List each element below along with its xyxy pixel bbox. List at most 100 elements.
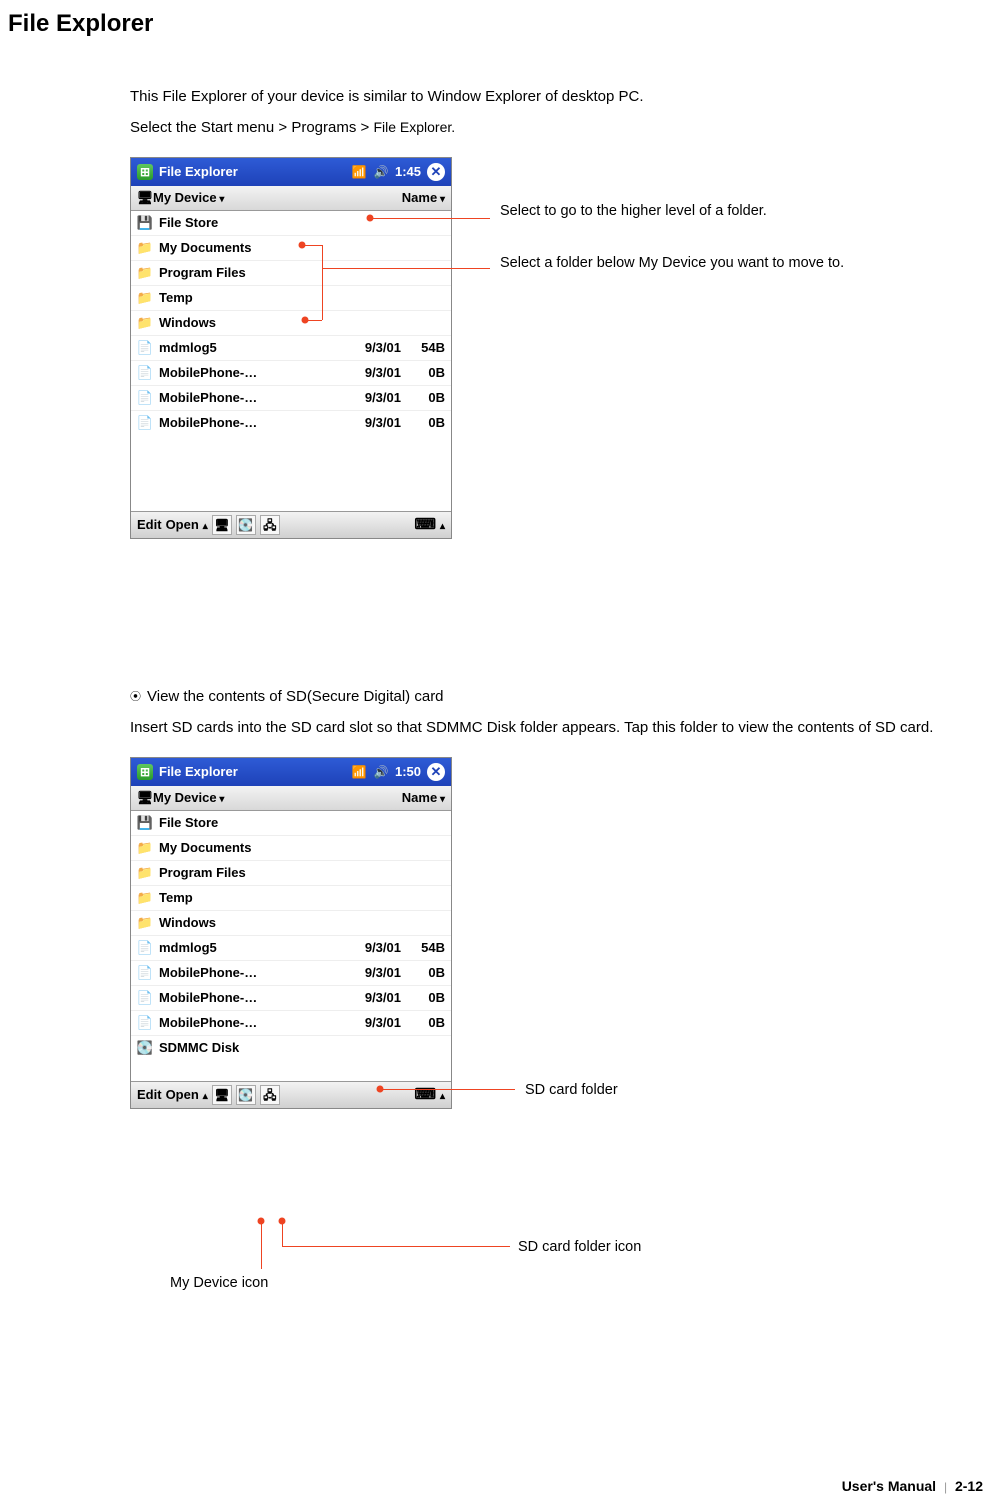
close-icon[interactable]: ✕ [427,763,445,781]
arrow-up-icon[interactable] [203,1085,208,1105]
arrow-up-icon[interactable] [203,515,208,535]
folder-icon [137,290,153,306]
sound-icon[interactable] [373,164,389,180]
file-list: File Store My Documents Program Files Temp W… [131,811,451,1081]
device-icon [137,190,153,206]
start-icon[interactable] [137,764,153,780]
drive-icon [137,815,153,831]
list-item[interactable]: SDMMC Disk [131,1035,451,1060]
list-item[interactable]: Temp [131,885,451,910]
callout-line [322,268,490,269]
callout-sd-folder: SD card folder [525,1081,618,1101]
item-size: 54B [407,338,445,358]
item-name: MobilePhone-… [159,388,333,408]
callout-sd-icon: SD card folder icon [518,1238,641,1258]
list-item[interactable]: File Store [131,811,451,835]
location-dropdown[interactable]: My Device [153,788,224,808]
location-bar: My Device Name [131,786,451,811]
footer-page: 2-12 [955,1478,983,1494]
item-name: My Documents [159,838,445,858]
item-name: Program Files [159,863,445,883]
signal-icon[interactable] [351,764,367,780]
item-date: 9/3/01 [339,413,401,433]
close-icon[interactable]: ✕ [427,163,445,181]
sort-dropdown[interactable]: Name [402,788,445,808]
tool-device-icon[interactable]: 🖥 [212,515,232,535]
tool-sdcard-icon[interactable]: 💽 [236,515,256,535]
location-dropdown[interactable]: My Device [153,188,224,208]
list-item[interactable]: mdmlog59/3/0154B [131,335,451,360]
doc-icon [137,365,153,381]
item-name: Windows [159,913,445,933]
doc-icon [137,940,153,956]
item-name: mdmlog5 [159,938,333,958]
folder-icon [137,265,153,281]
callout-line [261,1221,262,1269]
item-name: Temp [159,888,445,908]
callout-line [305,320,322,321]
intro-block: This File Explorer of your device is sim… [130,86,950,539]
intro-line-2: Select the Start menu > Programs > File … [130,117,950,140]
item-size: 0B [407,363,445,383]
callout-line [302,245,322,246]
clock[interactable]: 1:50 [395,762,421,782]
list-item[interactable]: Program Files [131,260,451,285]
item-date: 9/3/01 [339,1013,401,1033]
list-item[interactable]: mdmlog59/3/0154B [131,935,451,960]
item-size: 0B [407,413,445,433]
list-item[interactable]: File Store [131,211,451,235]
list-item[interactable]: MobilePhone-…9/3/010B [131,985,451,1010]
sort-dropdown[interactable]: Name [402,188,445,208]
footer-manual: User's Manual [842,1478,936,1494]
start-icon[interactable] [137,164,153,180]
intro-line-2b: File Explorer. [373,119,455,135]
titlebar: File Explorer 1:45 ✕ [131,158,451,186]
list-item[interactable]: MobilePhone-…9/3/010B [131,385,451,410]
callout-line [322,245,323,320]
keyboard-icon[interactable] [414,1084,436,1107]
sound-icon[interactable] [373,764,389,780]
list-item[interactable]: Program Files [131,860,451,885]
keyboard-icon[interactable] [414,514,436,537]
item-name: MobilePhone-… [159,1013,333,1033]
tool-network-icon[interactable]: 🖧 [260,1085,280,1105]
menu-open[interactable]: Open [166,1085,199,1105]
sd-section: View the contents of SD(Secure Digital) … [130,686,950,1109]
list-item[interactable]: MobilePhone-…9/3/010B [131,960,451,985]
item-size: 54B [407,938,445,958]
screenshot-1: File Explorer 1:45 ✕ My Device Name File… [130,157,452,539]
intro-line-2a: Select the Start menu > Programs > [130,119,373,136]
list-item[interactable]: MobilePhone-…9/3/010B [131,1010,451,1035]
folder-icon [137,240,153,256]
signal-icon[interactable] [351,164,367,180]
menu-edit[interactable]: Edit [137,1085,162,1105]
bottom-bar: Edit Open 🖥 💽 🖧 [131,511,451,538]
callout-line [282,1221,283,1246]
doc-icon [137,415,153,431]
list-item[interactable]: Windows [131,310,451,335]
tool-network-icon[interactable]: 🖧 [260,515,280,535]
sd-body: Insert SD cards into the SD card slot so… [130,717,950,740]
tool-sdcard-icon[interactable]: 💽 [236,1085,256,1105]
tool-device-icon[interactable]: 🖥 [212,1085,232,1105]
sip-arrow-icon[interactable] [440,515,445,535]
item-date: 9/3/01 [339,338,401,358]
file-list: File StoreMy DocumentsProgram FilesTempW… [131,211,451,511]
list-item[interactable]: MobilePhone-…9/3/010B [131,410,451,435]
device-icon [137,790,153,806]
titlebar: File Explorer 1:50 ✕ [131,758,451,786]
menu-edit[interactable]: Edit [137,515,162,535]
list-item[interactable]: My Documents [131,235,451,260]
bottom-bar: Edit Open 🖥 💽 🖧 [131,1081,451,1108]
folder-icon [137,840,153,856]
intro-line-1: This File Explorer of your device is sim… [130,86,950,109]
callout-higher-level: Select to go to the higher level of a fo… [500,202,800,222]
menu-open[interactable]: Open [166,515,199,535]
list-item[interactable]: MobilePhone-…9/3/010B [131,360,451,385]
item-size: 0B [407,988,445,1008]
item-date: 9/3/01 [339,388,401,408]
list-item[interactable]: Temp [131,285,451,310]
list-item[interactable]: Windows [131,910,451,935]
clock[interactable]: 1:45 [395,162,421,182]
list-item[interactable]: My Documents [131,835,451,860]
